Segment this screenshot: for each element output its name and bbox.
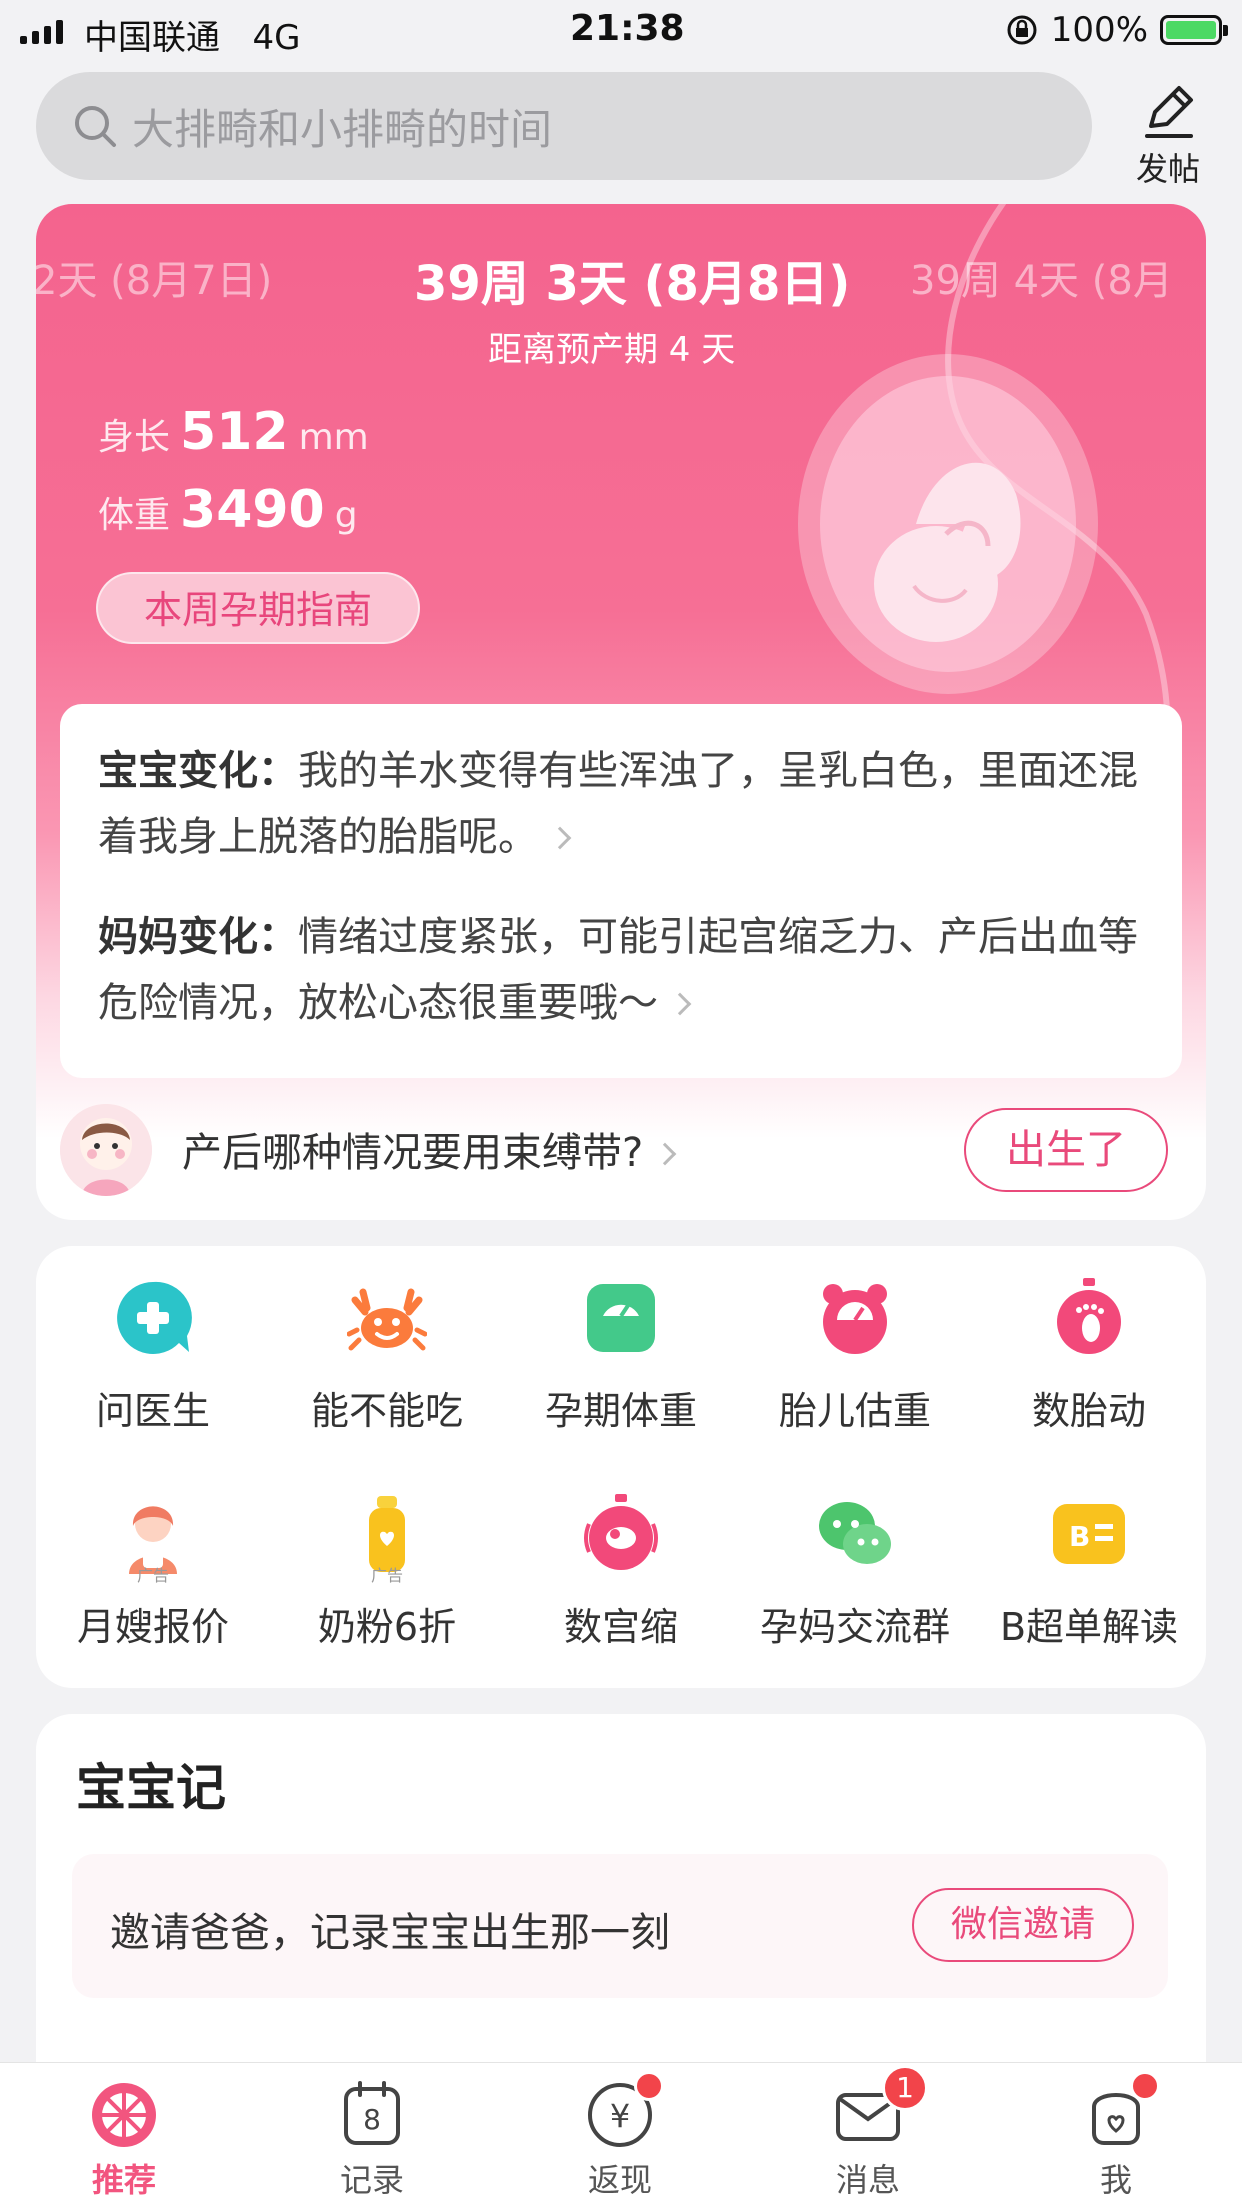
search-bar[interactable]: 大排畸和小排畸的时间 xyxy=(36,72,1092,180)
length-value: 512 xyxy=(180,402,289,462)
svg-text:8: 8 xyxy=(363,2103,381,2136)
length-label: 身长 xyxy=(98,417,171,458)
rotation-lock-icon xyxy=(1007,15,1037,45)
search-icon xyxy=(75,106,116,147)
fetal-weight-icon xyxy=(823,1284,887,1354)
baby-diary-title: 宝宝记 xyxy=(76,1759,226,1817)
status-bar: 中国联通 4G 21:38 100% xyxy=(0,0,1242,62)
born-button[interactable]: 出生了 xyxy=(964,1108,1168,1192)
tool-ultrasound-reading[interactable]: B B超单解读 xyxy=(972,1494,1206,1651)
tool-mom-group[interactable]: 孕妈交流群 xyxy=(738,1494,972,1651)
calendar-icon: 8 xyxy=(344,2081,400,2145)
crab-icon xyxy=(346,1288,428,1351)
tab-recommend[interactable]: 推荐 xyxy=(0,2077,248,2201)
tool-label: 胎儿估重 xyxy=(778,1389,931,1433)
tool-label: 月嫂报价 xyxy=(76,1605,229,1649)
clock: 21:38 xyxy=(570,8,685,49)
weight-metric: 体重 3490 g xyxy=(98,480,358,540)
chevron-right-icon xyxy=(668,992,692,1016)
weight-unit: g xyxy=(334,495,358,536)
wechat-invite-button[interactable]: 微信邀请 xyxy=(912,1888,1134,1962)
tab-label: 返现 xyxy=(587,2161,652,2199)
tool-pregnancy-weight[interactable]: 孕期体重 xyxy=(504,1278,738,1435)
length-unit: mm xyxy=(298,417,369,458)
tool-label: 数宫缩 xyxy=(563,1605,678,1649)
tab-label: 我 xyxy=(1099,2161,1132,2199)
contraction-timer-icon xyxy=(584,1494,658,1570)
tool-label: 孕期体重 xyxy=(544,1389,697,1433)
tab-cashback[interactable]: ¥ 返现 xyxy=(496,2071,744,2201)
tool-count-kicks[interactable]: 数胎动 xyxy=(972,1278,1206,1435)
network-label: 4G xyxy=(252,18,301,58)
chevron-right-icon xyxy=(653,1142,677,1166)
tip-row[interactable]: 产后哪种情况要用束缚带? 出生了 xyxy=(36,1094,1206,1206)
battery-icon xyxy=(1160,15,1228,45)
tool-label: B超单解读 xyxy=(999,1605,1179,1649)
grapefruit-icon xyxy=(92,2083,156,2147)
tool-nanny-quote[interactable]: 广告 月嫂报价 xyxy=(36,1494,270,1651)
battery-percent: 100% xyxy=(1050,10,1148,50)
svg-text:B: B xyxy=(1069,1520,1090,1553)
invite-text: 邀请爸爸，记录宝宝出生那一刻 xyxy=(110,1910,670,1956)
baby-avatar xyxy=(60,1104,152,1196)
tool-label: 孕妈交流群 xyxy=(759,1605,950,1649)
length-metric: 身长 512 mm xyxy=(98,402,369,462)
scale-icon xyxy=(587,1284,655,1352)
current-date: 39周 3天 (8月8日) xyxy=(414,256,851,312)
notification-dot xyxy=(1130,2071,1160,2101)
pencil-icon xyxy=(1145,86,1193,138)
prev-date[interactable]: 2天 (8月7日) xyxy=(36,248,272,306)
changes-card[interactable]: 宝宝变化：我的羊水变得有些浑浊了，呈乳白色，里面还混着我身上脱落的胎脂呢。 妈妈… xyxy=(60,704,1182,1078)
due-countdown: 距离预产期 4 天 xyxy=(488,330,736,370)
wechat-group-icon xyxy=(819,1502,891,1564)
tool-milk-discount[interactable]: 广告 奶粉6折 xyxy=(270,1494,504,1651)
tool-fetal-weight[interactable]: 胎儿估重 xyxy=(738,1278,972,1435)
tab-bar: 推荐 8 记录 ¥ 返现 1 消息 我 xyxy=(0,2062,1242,2208)
post-label: 发帖 xyxy=(1135,150,1200,188)
tab-label: 消息 xyxy=(835,2161,900,2199)
tool-label: 能不能吃 xyxy=(310,1389,463,1433)
tab-me[interactable]: 我 xyxy=(992,2071,1240,2201)
tool-label: 数胎动 xyxy=(1031,1389,1146,1433)
carrier-label: 中国联通 4G xyxy=(84,18,301,58)
tab-messages[interactable]: 1 消息 xyxy=(744,2065,992,2201)
search-placeholder: 大排畸和小排畸的时间 xyxy=(132,104,553,154)
tab-record[interactable]: 8 记录 xyxy=(248,2077,496,2201)
tool-can-eat[interactable]: 能不能吃 xyxy=(270,1278,504,1435)
next-date[interactable]: 39周 4天 (8月 xyxy=(910,248,1173,306)
tool-label: 问医生 xyxy=(95,1389,210,1433)
svg-text:¥: ¥ xyxy=(610,2097,630,2135)
tool-count-contractions[interactable]: 数宫缩 xyxy=(504,1494,738,1651)
pregnancy-card: 2天 (8月7日) 39周 3天 (8月8日) 39周 4天 (8月 距离预产期… xyxy=(36,204,1206,1220)
week-date-selector[interactable]: 2天 (8月7日) 39周 3天 (8月8日) 39周 4天 (8月 xyxy=(36,244,1206,312)
tab-label: 推荐 xyxy=(91,2161,156,2199)
weight-value: 3490 xyxy=(180,480,325,540)
notification-dot xyxy=(634,2071,664,2101)
invite-dad-row[interactable]: 邀请爸爸，记录宝宝出生那一刻 微信邀请 xyxy=(72,1854,1168,1998)
footprint-stopwatch-icon xyxy=(1057,1278,1121,1354)
signal-icon xyxy=(20,20,63,44)
tool-ask-doctor[interactable]: 问医生 xyxy=(36,1278,270,1435)
ad-label: 广告 xyxy=(136,1566,170,1585)
post-button[interactable]: 发帖 xyxy=(1120,80,1216,190)
tab-label: 记录 xyxy=(339,2161,404,2199)
weekly-guide-button[interactable]: 本周孕期指南 xyxy=(96,572,420,644)
ad-label: 广告 xyxy=(370,1566,404,1585)
ultrasound-icon: B xyxy=(1053,1504,1125,1564)
weight-label: 体重 xyxy=(98,495,171,536)
baby-change[interactable]: 宝宝变化：我的羊水变得有些浑浊了，呈乳白色，里面还混着我身上脱落的胎脂呢。 xyxy=(98,738,1144,870)
message-badge: 1 xyxy=(882,2065,928,2111)
tools-grid: 问医生 能不能吃 孕期体重 胎儿估重 数胎动 广告 月嫂报价 广告 奶粉6折 数… xyxy=(36,1246,1206,1688)
tool-label: 奶粉6折 xyxy=(317,1605,457,1649)
chevron-right-icon xyxy=(548,826,572,850)
mom-change[interactable]: 妈妈变化：情绪过度紧张，可能引起宫缩乏力、产后出血等危险情况，放松心态很重要哦～ xyxy=(98,904,1144,1036)
tip-text[interactable]: 产后哪种情况要用束缚带? xyxy=(182,1120,677,1178)
ask-doctor-icon xyxy=(117,1281,192,1354)
